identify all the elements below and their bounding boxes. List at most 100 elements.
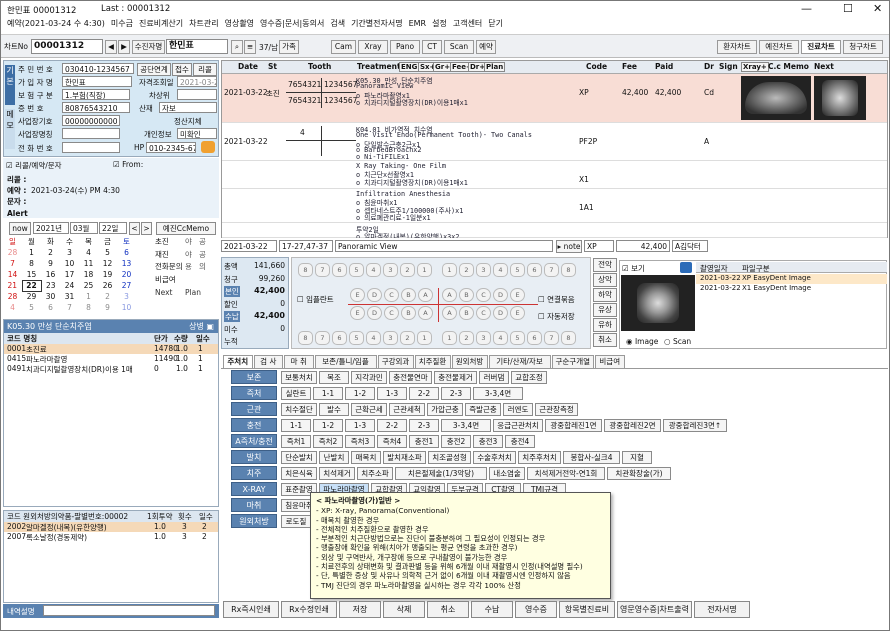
primary-tooth-button[interactable]: C xyxy=(476,306,491,320)
menu-item-7[interactable]: 기간별전자서명 xyxy=(351,19,403,28)
tab-basic[interactable]: 기본 xyxy=(5,65,15,105)
treatment-tab-0[interactable]: 주처치 xyxy=(223,355,253,368)
calendar-day[interactable]: 12 xyxy=(98,258,117,269)
note-button[interactable]: ▸ note xyxy=(556,240,582,253)
chart-row[interactable]: X Ray Taking- One Film o 치근단x선촬영x1 o 치과디지털… xyxy=(222,161,887,189)
treatment-tab-5[interactable]: 치주질환 xyxy=(414,355,451,368)
treatment-item-button[interactable]: 봉합사-실크4 xyxy=(563,451,620,464)
calendar-day[interactable]: 7 xyxy=(60,302,79,313)
id-no-field[interactable]: 80876543210 xyxy=(62,102,130,113)
chart-row[interactable]: 2021-03-22 초진 7654321 1234567 7654321 1234567… xyxy=(222,74,887,123)
treatment-item-button[interactable]: 충전4 xyxy=(505,435,535,448)
primary-tooth-button[interactable]: A xyxy=(418,306,433,320)
prev-month-icon[interactable]: < xyxy=(129,222,140,235)
calendar-side-row[interactable]: Next Plan xyxy=(155,288,219,301)
memo-input[interactable] xyxy=(43,605,215,616)
treatment-item-button[interactable]: 2-2 xyxy=(409,387,439,400)
org-name-field[interactable] xyxy=(62,128,120,139)
treatment-item-button[interactable]: 수술후처치 xyxy=(473,451,516,464)
calendar-day[interactable]: 31 xyxy=(60,291,79,302)
treatment-tab-6[interactable]: 원외처방 xyxy=(451,355,488,368)
treatment-item-button[interactable]: 러버댐 xyxy=(479,371,509,384)
calendar-day[interactable]: 8 xyxy=(79,302,98,313)
calendar-day[interactable]: 3 xyxy=(60,247,79,258)
calendar-day[interactable]: 30 xyxy=(41,291,60,302)
primary-tooth-button[interactable]: E xyxy=(350,288,365,302)
calendar-day[interactable]: 14 xyxy=(3,269,22,280)
treatment-item-button[interactable]: 복조 xyxy=(319,371,349,384)
calendar-day[interactable]: 28 xyxy=(3,291,22,302)
treatment-item-button[interactable]: 광중합레진2면 xyxy=(604,419,661,432)
calendar-day[interactable]: 8 xyxy=(22,258,41,269)
tooth-button[interactable]: 1 xyxy=(417,331,432,345)
treatment-item-button[interactable]: 단순발치 xyxy=(281,451,317,464)
edit-tooth[interactable]: 17-27,47-37 xyxy=(279,240,333,252)
minimize-icon[interactable]: — xyxy=(801,2,812,15)
calendar-day[interactable]: 2 xyxy=(41,247,60,258)
calendar-day[interactable]: 28 xyxy=(3,247,22,258)
calendar-day[interactable]: 15 xyxy=(22,269,41,280)
treatment-item-button[interactable]: 즉처1 xyxy=(281,435,311,448)
treatment-item-button[interactable]: 지혈 xyxy=(622,451,652,464)
treatment-tab-9[interactable]: 비급여 xyxy=(595,355,625,368)
toolbar-button-xray[interactable]: Xray xyxy=(358,40,388,54)
autosave-checkbox[interactable]: ☐ 자동저장 xyxy=(538,311,575,322)
calendar-day[interactable]: 17 xyxy=(60,269,79,280)
treatment-item-button[interactable]: 매복치 xyxy=(351,451,381,464)
calendar-day[interactable]: 23 xyxy=(41,280,60,291)
treatment-item-button[interactable]: 즉처2 xyxy=(313,435,343,448)
tab-2[interactable]: 진료차트 xyxy=(801,40,841,54)
tooth-button[interactable]: 8 xyxy=(298,263,313,277)
image-row[interactable]: 2021-03-22 XP EasyDent Image xyxy=(696,274,887,284)
menu-item-9[interactable]: 설정 xyxy=(432,19,447,28)
tab-0[interactable]: 환자차트 xyxy=(717,40,757,54)
day-select[interactable]: 22일 xyxy=(99,222,127,234)
calendar-day[interactable]: 4 xyxy=(3,302,22,313)
calendar-day[interactable]: 6 xyxy=(41,302,60,313)
calendar-day[interactable]: 10 xyxy=(60,258,79,269)
chart-col-4[interactable]: ENG xyxy=(399,62,420,72)
tooth-button[interactable]: 5 xyxy=(349,331,364,345)
toolbar-button-가족[interactable]: 가족 xyxy=(279,40,299,54)
primary-tooth-button[interactable]: D xyxy=(493,288,508,302)
treatment-item-button[interactable]: 보통처치 xyxy=(281,371,317,384)
today-button[interactable]: now xyxy=(9,222,31,235)
treatment-item-button[interactable]: 1-2 xyxy=(313,419,343,432)
reception-button[interactable]: 접수 xyxy=(172,63,192,76)
treatment-item-button[interactable]: 근관세척 xyxy=(389,403,425,416)
maximize-icon[interactable]: ☐ xyxy=(843,2,853,15)
treatment-item-button[interactable]: 즉처4 xyxy=(377,435,407,448)
calendar-day[interactable]: 9 xyxy=(98,302,117,313)
chart-row[interactable]: Infiltration Anesthesia o 침윤마취x1 o 셉타네스트주1… xyxy=(222,189,887,223)
primary-tooth-button[interactable]: C xyxy=(384,306,399,320)
treatment-item-button[interactable]: 근확근세 xyxy=(351,403,387,416)
treatment-item-button[interactable]: 2-2 xyxy=(377,419,407,432)
tooth-button[interactable]: 1 xyxy=(442,331,457,345)
tab-1[interactable]: 예진차트 xyxy=(759,40,799,54)
bottom-button-6[interactable]: 영수증 xyxy=(515,601,557,618)
implant-checkbox[interactable]: ☐ 임플란트 xyxy=(297,294,334,305)
treatment-item-button[interactable]: 1-1 xyxy=(281,419,311,432)
treatment-item-button[interactable]: 즉처3 xyxy=(345,435,375,448)
treatment-item-button[interactable]: 충전2 xyxy=(441,435,471,448)
calendar-day[interactable]: 27 xyxy=(117,280,136,291)
tooth-button[interactable]: 8 xyxy=(561,263,576,277)
calendar-day[interactable]: 18 xyxy=(79,269,98,280)
primary-tooth-button[interactable]: D xyxy=(493,306,508,320)
from-checkbox[interactable]: ☑ From: xyxy=(113,160,143,169)
chart-col-9[interactable]: Plan xyxy=(484,62,506,72)
privacy-select[interactable]: 미확인 xyxy=(177,128,217,139)
toolbar-button-pano[interactable]: Pano xyxy=(390,40,420,54)
list-icon[interactable]: ≡ xyxy=(244,40,256,54)
tooth-button[interactable]: 4 xyxy=(366,263,381,277)
treatment-item-button[interactable]: 광중합레진3면↑ xyxy=(663,419,727,432)
hp-field[interactable]: 010-2345-6789 xyxy=(146,142,196,153)
view-checkbox[interactable]: ☑ 보기 xyxy=(622,263,645,274)
tooth-button[interactable]: 7 xyxy=(544,263,559,277)
bottom-button-5[interactable]: 수납 xyxy=(471,601,513,618)
search-icon[interactable]: ⌕ xyxy=(231,40,243,54)
calendar-day[interactable]: 16 xyxy=(41,269,60,280)
treatment-item-button[interactable]: 충전1 xyxy=(409,435,439,448)
arch-button-1[interactable]: 상악 xyxy=(593,273,617,287)
tooth-button[interactable]: 6 xyxy=(527,263,542,277)
